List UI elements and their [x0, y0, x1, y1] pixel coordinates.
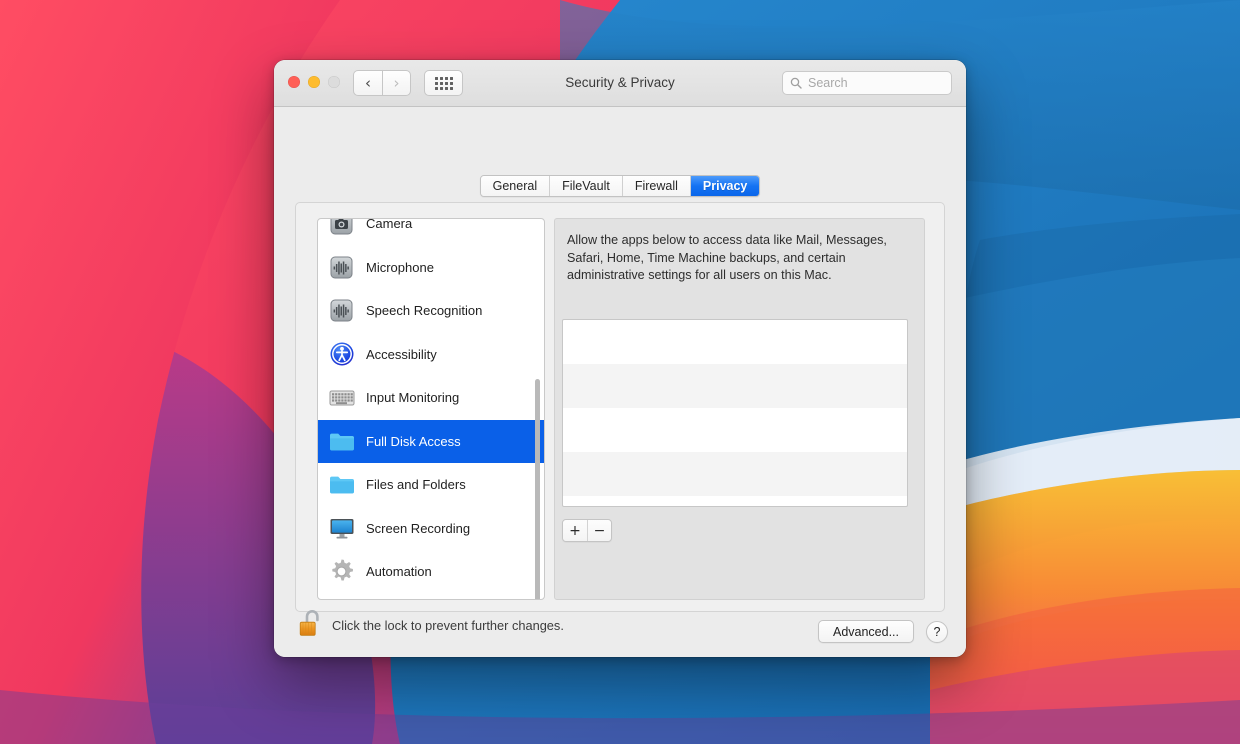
privacy-category-list[interactable]: Camera Microphone Speech Recognition Acc… — [317, 218, 545, 600]
tab-firewall[interactable]: Firewall — [622, 176, 691, 196]
speech-recognition-icon — [328, 297, 355, 324]
keyboard-icon — [328, 384, 355, 411]
footer-actions: Advanced... ? — [817, 620, 948, 643]
add-remove-buttons: + − — [562, 519, 612, 542]
lock-row[interactable]: Click the lock to prevent further change… — [298, 608, 564, 643]
add-app-button[interactable]: + — [563, 520, 587, 541]
folder-icon — [328, 471, 355, 498]
accessibility-icon — [328, 341, 355, 368]
display-icon — [328, 515, 355, 542]
tab-filevault[interactable]: FileVault — [550, 176, 623, 196]
search-icon — [790, 77, 802, 89]
search-field[interactable] — [782, 71, 952, 95]
remove-app-button[interactable]: − — [587, 520, 611, 541]
window-footer: Click the lock to prevent further change… — [274, 595, 966, 657]
sidebar-item-label: Accessibility — [366, 346, 437, 362]
detail-description: Allow the apps below to access data like… — [567, 233, 887, 283]
preferences-window: ‹ › Security & Privacy Search General Fi… — [274, 60, 966, 657]
sidebar-item-label: Screen Recording — [366, 520, 471, 536]
list-row — [563, 408, 907, 452]
window-titlebar: ‹ › Security & Privacy — [274, 60, 966, 107]
sidebar-item-speech-recognition[interactable]: Speech Recognition — [318, 289, 544, 333]
sidebar-item-full-disk-access[interactable]: Full Disk Access — [318, 419, 544, 463]
sidebar-item-label: Full Disk Access — [366, 433, 461, 449]
sidebar-scrollbar[interactable] — [532, 219, 542, 599]
unlocked-padlock-icon[interactable] — [298, 608, 322, 643]
allowed-apps-list[interactable] — [562, 319, 908, 507]
gear-icon — [328, 558, 355, 585]
privacy-panel: Camera Microphone Speech Recognition Acc… — [295, 202, 945, 612]
lock-message: Click the lock to prevent further change… — [332, 618, 564, 633]
privacy-category-scroll: Camera Microphone Speech Recognition Acc… — [318, 218, 544, 594]
sidebar-item-files-and-folders[interactable]: Files and Folders — [318, 463, 544, 507]
sidebar-scrollbar-thumb[interactable] — [535, 379, 540, 599]
list-row — [563, 364, 907, 408]
sidebar-item-input-monitoring[interactable]: Input Monitoring — [318, 376, 544, 420]
tab-privacy[interactable]: Privacy — [690, 176, 760, 196]
tab-bar: General FileVault Firewall Privacy — [274, 175, 966, 197]
sidebar-item-label: Microphone — [366, 259, 434, 275]
sidebar-item-microphone[interactable]: Microphone — [318, 246, 544, 290]
advanced-button[interactable]: Advanced... — [817, 620, 914, 643]
sidebar-item-screen-recording[interactable]: Screen Recording — [318, 507, 544, 551]
camera-icon — [328, 219, 355, 237]
detail-pane: Allow the apps below to access data like… — [554, 218, 925, 600]
list-row — [563, 452, 907, 496]
sidebar-item-accessibility[interactable]: Accessibility — [318, 333, 544, 377]
sidebar-item-label: Automation — [366, 564, 432, 580]
help-button[interactable]: ? — [926, 620, 948, 643]
sidebar-item-camera[interactable]: Camera — [318, 218, 544, 246]
tab-general[interactable]: General — [480, 176, 551, 196]
sidebar-item-label: Input Monitoring — [366, 390, 460, 406]
microphone-icon — [328, 254, 355, 281]
sidebar-item-label: Files and Folders — [366, 477, 466, 493]
desktop: ‹ › Security & Privacy Search General Fi… — [0, 0, 1240, 744]
window-body: General FileVault Firewall Privacy Camer… — [274, 107, 966, 657]
list-row — [563, 496, 907, 506]
sidebar-item-label: Camera — [366, 218, 413, 232]
folder-icon — [328, 428, 355, 455]
sidebar-item-automation[interactable]: Automation — [318, 550, 544, 594]
sidebar-item-label: Speech Recognition — [366, 303, 483, 319]
search-input[interactable] — [808, 76, 944, 90]
list-row — [563, 320, 907, 364]
